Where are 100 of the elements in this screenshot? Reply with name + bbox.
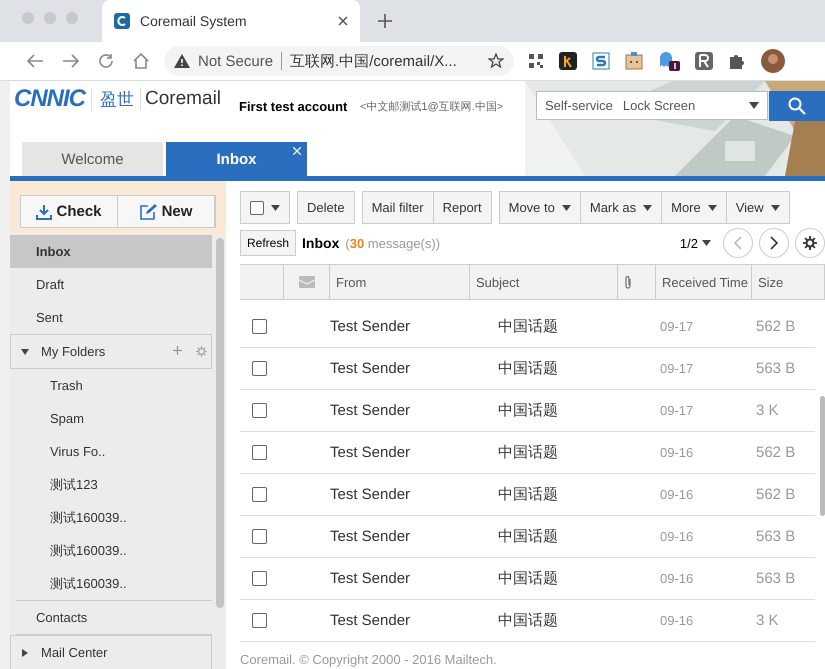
folder-item[interactable]: Contacts <box>16 600 212 635</box>
caret-icon[interactable] <box>21 348 29 356</box>
toolbar-button[interactable]: Delete <box>298 192 354 223</box>
search-button[interactable] <box>769 91 825 121</box>
page-selector[interactable]: 1/2 <box>680 236 711 250</box>
toolbar-button[interactable]: More <box>662 192 727 223</box>
toolbar-button[interactable]: Mail filter <box>362 192 434 223</box>
folder-item[interactable]: Trash <box>10 369 212 402</box>
back-icon[interactable] <box>26 53 44 69</box>
column-header[interactable]: From <box>336 274 366 290</box>
reload-icon[interactable] <box>98 53 114 69</box>
settings-icon <box>803 236 817 250</box>
header-link[interactable]: Lock Screen <box>622 98 696 113</box>
row-checkbox[interactable] <box>252 487 267 502</box>
brand-name: Coremail <box>140 88 222 110</box>
toolbar-button[interactable]: Report <box>434 192 491 223</box>
folder-item[interactable]: Virus Fo.. <box>10 435 212 468</box>
folder-item[interactable]: 测试160039.. <box>10 567 212 600</box>
folder-item[interactable]: Inbox <box>10 235 212 268</box>
sender: Test Sender <box>330 570 412 587</box>
copyright-text: Coremail. © Copyright 2000 - 2016 Mailtech. <box>240 650 498 669</box>
subject: 中国话题 <box>497 443 559 462</box>
caret-icon <box>271 204 280 210</box>
tab[interactable]: Inbox <box>166 142 307 176</box>
toolbar-button[interactable]: Mark as <box>580 192 662 223</box>
folder-item[interactable]: Draft <box>10 268 212 301</box>
select-all-dropdown[interactable] <box>241 192 289 223</box>
folder-item[interactable]: 测试160039.. <box>10 501 212 534</box>
puzzle-icon[interactable] <box>728 52 746 70</box>
scrollbar[interactable] <box>820 396 825 516</box>
column-header[interactable]: Size <box>758 274 784 290</box>
folder-item[interactable]: Sent <box>10 301 212 334</box>
sender: Test Sender <box>330 444 412 461</box>
account-email: <中文邮测试1@互联网.中国> <box>360 100 504 114</box>
column-header[interactable]: Subject <box>476 274 520 290</box>
browser-tab[interactable]: Coremail System <box>102 0 360 42</box>
caret-icon[interactable] <box>749 102 759 109</box>
home-icon[interactable] <box>132 53 150 69</box>
subject: 中国话题 <box>497 569 559 588</box>
folder-item[interactable]: 测试160039.. <box>10 534 212 567</box>
subject: 中国话题 <box>497 527 559 546</box>
next-page-button[interactable] <box>759 228 789 258</box>
search-field[interactable]: Self-service Lock Screen <box>536 91 768 120</box>
caret-icon <box>562 204 571 210</box>
received-date: 09-17 <box>659 319 694 334</box>
toolbar-button[interactable]: View <box>726 192 789 223</box>
caret-icon[interactable] <box>21 648 29 656</box>
subject: 中国话题 <box>497 611 559 630</box>
folder-group[interactable]: My Folders <box>10 334 212 369</box>
chevron-right-icon <box>770 236 778 250</box>
warning-icon <box>174 54 190 68</box>
folder-group[interactable]: Mail Center <box>10 635 212 669</box>
refresh-button[interactable]: Refresh <box>240 230 296 256</box>
received-date: 09-16 <box>659 445 694 460</box>
forward-icon[interactable] <box>62 53 80 69</box>
header-link[interactable]: Self-service <box>545 98 613 113</box>
folder-item[interactable]: Spam <box>10 402 212 435</box>
row-checkbox[interactable] <box>252 529 267 544</box>
sender: Test Sender <box>330 612 412 629</box>
folder-item[interactable]: 测试123 <box>10 468 212 501</box>
sender: Test Sender <box>330 528 412 545</box>
new-tab-icon[interactable] <box>378 14 392 28</box>
row-checkbox[interactable] <box>252 613 267 628</box>
column-header[interactable]: Received Time <box>662 274 748 290</box>
extension-icon[interactable] <box>695 52 713 70</box>
ghost-icon[interactable] <box>658 51 680 71</box>
account-name: First test account <box>239 99 348 114</box>
close-icon[interactable] <box>338 16 348 26</box>
row-checkbox[interactable] <box>252 445 267 460</box>
received-date: 09-16 <box>659 487 694 502</box>
settings-button[interactable] <box>795 228 825 258</box>
message-size: 562 B <box>755 318 796 335</box>
message-size: 563 B <box>755 570 796 587</box>
row-checkbox[interactable] <box>252 361 267 376</box>
message-size: 562 B <box>755 486 796 503</box>
extension-icon[interactable] <box>625 52 643 70</box>
message-count: (30 message(s)) <box>345 236 440 250</box>
extension-icon[interactable] <box>592 52 610 70</box>
address-field[interactable]: Not Secure 互联网.中国/coremail/X... <box>164 46 514 76</box>
subject: 中国话题 <box>497 317 559 336</box>
received-date: 09-17 <box>659 403 694 418</box>
row-checkbox[interactable] <box>252 319 267 334</box>
sender: Test Sender <box>330 318 412 335</box>
sender: Test Sender <box>330 360 412 377</box>
bookmark-star-icon[interactable] <box>488 53 504 69</box>
favicon-icon <box>114 13 130 29</box>
paperclip-icon[interactable] <box>624 275 632 289</box>
avatar-icon[interactable] <box>761 49 785 73</box>
scrollbar[interactable] <box>216 238 224 608</box>
row-checkbox[interactable] <box>252 403 267 418</box>
folder-title: Inbox <box>302 235 340 251</box>
sender: Test Sender <box>330 402 412 419</box>
row-checkbox[interactable] <box>252 571 267 586</box>
extension-icon[interactable] <box>559 52 577 70</box>
subject: 中国话题 <box>497 401 559 420</box>
caret-icon <box>708 204 717 210</box>
tab[interactable]: Welcome <box>22 142 163 176</box>
toolbar-button[interactable]: Move to <box>500 192 581 223</box>
caret-icon <box>643 204 652 210</box>
qr-code-icon[interactable] <box>528 53 544 69</box>
